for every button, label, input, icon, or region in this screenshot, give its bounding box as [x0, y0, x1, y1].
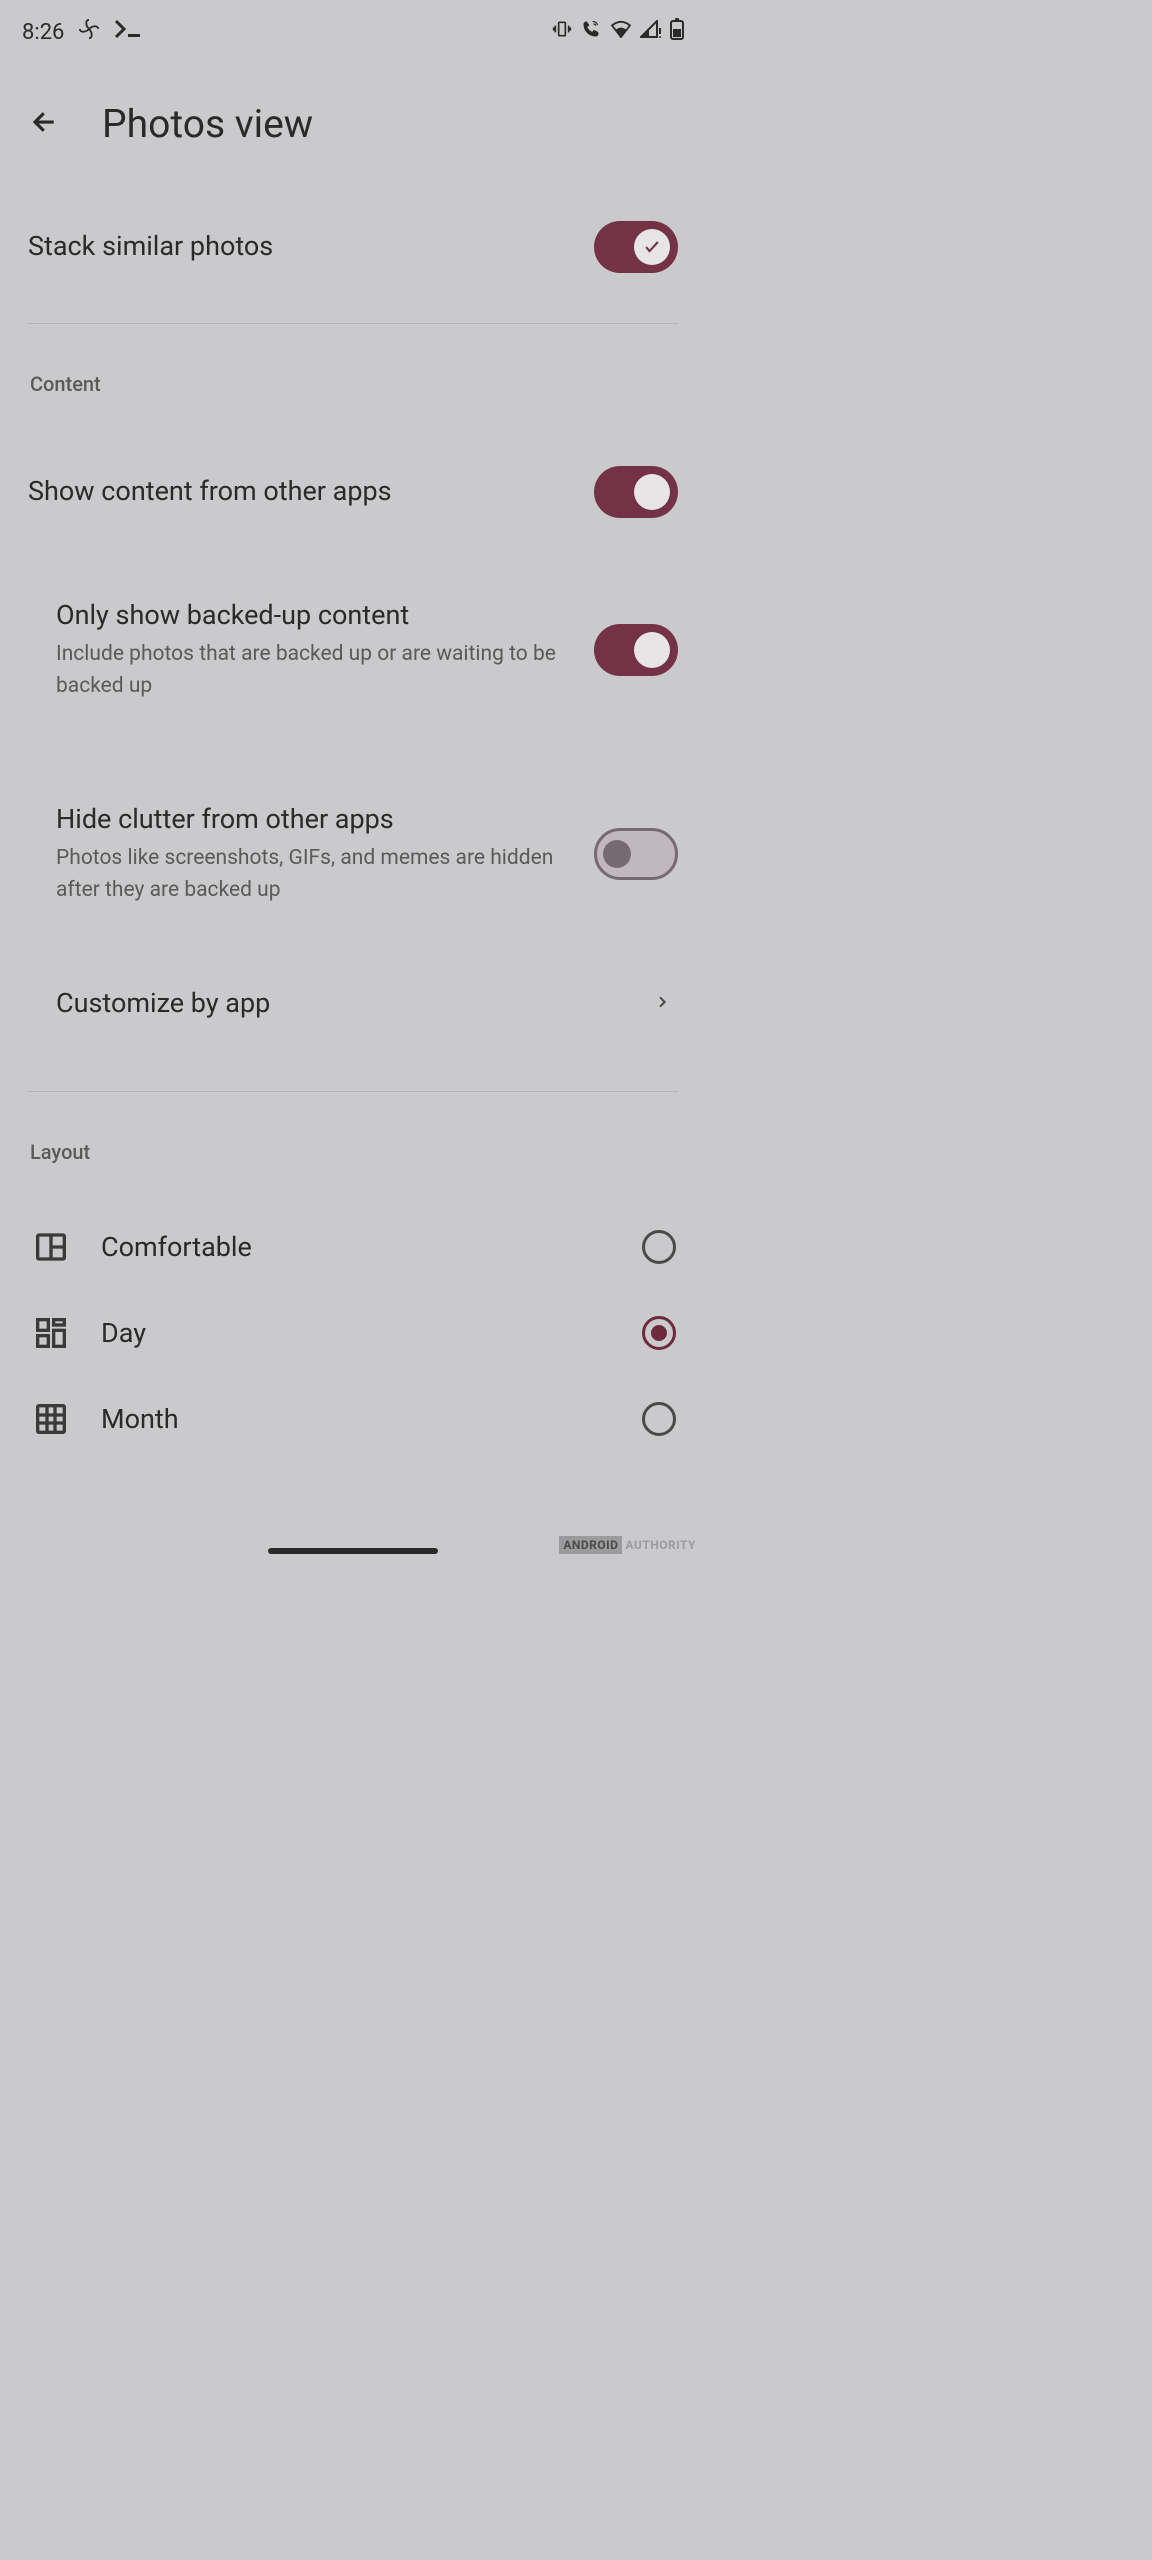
check-icon	[642, 237, 662, 257]
setting-stack-similar[interactable]: Stack similar photos	[0, 191, 706, 303]
layout-option-comfortable[interactable]: Comfortable	[0, 1204, 706, 1290]
radio-day[interactable]	[642, 1316, 676, 1350]
month-layout-icon	[35, 1403, 67, 1435]
header: Photos view	[0, 56, 706, 171]
status-time: 8:26	[22, 20, 64, 45]
pinwheel-icon	[78, 18, 100, 46]
arrow-left-icon	[30, 107, 60, 137]
back-button[interactable]	[30, 107, 60, 141]
status-right	[552, 18, 684, 46]
chevron-right-icon	[654, 994, 670, 1014]
navigation-handle[interactable]	[268, 1548, 438, 1554]
setting-label: Show content from other apps	[28, 474, 392, 509]
vibrate-icon	[552, 19, 572, 45]
setting-label: Customize by app	[56, 986, 270, 1021]
signal-icon	[640, 20, 662, 44]
layout-label: Month	[101, 1403, 608, 1435]
layout-label: Comfortable	[101, 1231, 608, 1263]
page-title: Photos view	[102, 101, 313, 147]
setting-label: Only show backed-up content	[56, 598, 574, 633]
layout-option-day[interactable]: Day	[0, 1290, 706, 1376]
toggle-backed-up[interactable]	[594, 624, 678, 676]
layout-option-month[interactable]: Month	[0, 1376, 706, 1462]
terminal-icon	[114, 19, 142, 45]
toggle-show-other-apps[interactable]	[594, 466, 678, 518]
section-header-layout: Layout	[0, 1092, 706, 1184]
layout-label: Day	[101, 1317, 608, 1349]
day-layout-icon	[35, 1317, 67, 1349]
radio-month[interactable]	[642, 1402, 676, 1436]
setting-label: Hide clutter from other apps	[56, 802, 574, 837]
wifi-call-icon	[580, 19, 602, 45]
status-bar: 8:26	[0, 0, 706, 56]
battery-icon	[670, 18, 684, 46]
toggle-hide-clutter[interactable]	[594, 828, 678, 880]
status-left: 8:26	[22, 18, 142, 46]
setting-hide-clutter[interactable]: Hide clutter from other apps Photos like…	[0, 772, 706, 936]
radio-comfortable[interactable]	[642, 1230, 676, 1264]
setting-customize-by-app[interactable]: Customize by app	[0, 956, 706, 1051]
setting-backed-up[interactable]: Only show backed-up content Include phot…	[0, 568, 706, 732]
setting-description: Photos like screenshots, GIFs, and memes…	[56, 843, 574, 906]
setting-description: Include photos that are backed up or are…	[56, 639, 574, 702]
wifi-icon	[610, 20, 632, 44]
section-header-content: Content	[0, 324, 706, 416]
comfortable-layout-icon	[35, 1231, 67, 1263]
setting-label: Stack similar photos	[28, 229, 273, 264]
toggle-stack-similar[interactable]	[594, 221, 678, 273]
setting-show-other-apps[interactable]: Show content from other apps	[0, 436, 706, 548]
watermark: ANDROIDAUTHORITY	[559, 1538, 696, 1552]
